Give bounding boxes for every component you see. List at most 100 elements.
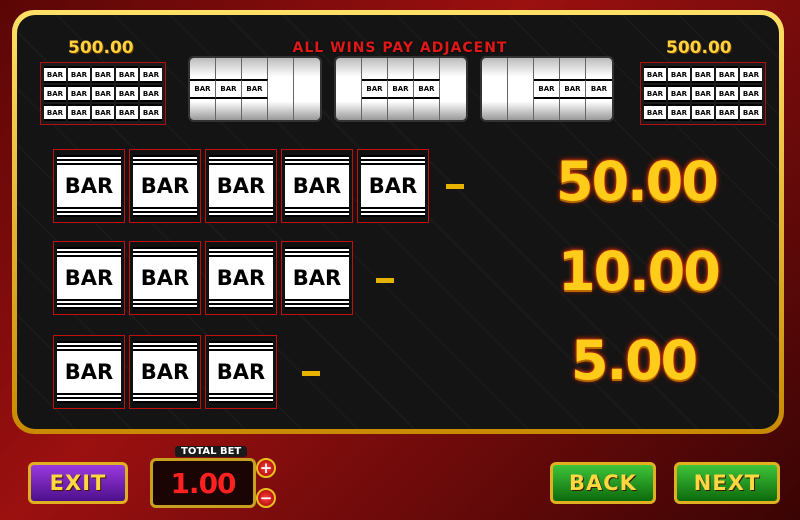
reel-cell [336,58,362,79]
mini-bar-symbol: BAR [716,85,738,102]
reel-bar-symbol: BAR [216,78,242,100]
reel-bar-symbol: BAR [534,78,560,100]
mini-bar-symbol: BAR [644,85,666,102]
back-button[interactable]: BACK [550,462,656,504]
mini-bar-symbol: BAR [68,66,90,83]
mini-bar-symbol: BAR [692,85,714,102]
left-full-screen-pattern: BAR BAR BAR BAR BAR BAR BAR BAR BAR BAR … [40,62,166,125]
reel-cell [388,99,414,120]
prize-5-bars: 50.00 [556,150,719,213]
mini-bar-symbol: BAR [668,66,690,83]
increase-bet-button[interactable]: + [256,458,276,478]
reel-cell [242,99,268,120]
bar-symbol: BAR [205,335,277,409]
row-dash [446,184,464,189]
bar-symbol: BAR [53,335,125,409]
bar-symbol-text: BAR [292,265,342,290]
reel-cell [482,78,508,100]
mini-bar-symbol: BAR [68,104,90,121]
mini-bar-symbol: BAR [740,66,762,83]
mini-bar-symbol: BAR [716,104,738,121]
exit-button[interactable]: EXIT [28,462,128,504]
reel-cell [190,99,216,120]
reel-cell [268,78,294,100]
bar-symbol-text: BAR [216,359,266,384]
mini-bar-symbol: BAR [68,85,90,102]
reel-cell [560,99,586,120]
bottom-control-bar: EXIT TOTAL BET 1.00 + − BACK NEXT [0,446,800,520]
decrease-bet-button[interactable]: − [256,488,276,508]
paytable-row-5-bars: BAR BAR BAR BAR BAR [53,149,429,223]
row-dash [302,371,320,376]
reel-cell [216,58,242,79]
reel-cell [336,99,362,120]
bar-symbol: BAR [53,149,125,223]
bar-symbol-text: BAR [216,173,266,198]
bar-symbol: BAR [129,149,201,223]
reel-cell [482,99,508,120]
reel-cell [414,58,440,79]
mini-bar-symbol: BAR [644,104,666,121]
adjacent-example-middle: BAR BAR BAR [334,56,468,122]
reel-cell [362,58,388,79]
total-bet-display: 1.00 [150,458,256,508]
next-button[interactable]: NEXT [674,462,780,504]
reel-cell [388,58,414,79]
left-pattern-prize: 500.00 [68,38,134,58]
mini-bar-symbol: BAR [692,66,714,83]
reel-cell [482,58,508,79]
adjacent-example-right: BAR BAR BAR [480,56,614,122]
adjacent-example-left: BAR BAR BAR [188,56,322,122]
paytable-row-3-bars: BAR BAR BAR [53,335,277,409]
reel-cell [534,99,560,120]
bar-symbol: BAR [129,335,201,409]
mini-bar-symbol: BAR [92,85,114,102]
reel-bar-symbol: BAR [242,78,268,100]
reel-cell [414,99,440,120]
bar-symbol-text: BAR [64,359,114,384]
mini-bar-symbol: BAR [140,85,162,102]
reel-bar-symbol: BAR [560,78,586,100]
mini-bar-symbol: BAR [44,66,66,83]
reel-cell [190,58,216,79]
bar-symbol: BAR [281,149,353,223]
mini-bar-symbol: BAR [140,66,162,83]
mini-bar-symbol: BAR [740,85,762,102]
mini-bar-symbol: BAR [44,85,66,102]
bar-symbol: BAR [281,241,353,315]
right-full-screen-pattern: BAR BAR BAR BAR BAR BAR BAR BAR BAR BAR … [640,62,766,125]
reel-cell [294,79,320,100]
reel-cell [268,99,294,120]
reel-cell [508,99,534,120]
mini-bar-symbol: BAR [92,104,114,121]
reel-cell [216,99,242,120]
mini-bar-symbol: BAR [44,104,66,121]
reel-cell [440,79,466,100]
bar-symbol-text: BAR [64,265,114,290]
reel-bar-symbol: BAR [362,78,388,100]
reel-cell [508,58,534,79]
reel-cell [242,58,268,79]
bar-symbol-text: BAR [140,173,190,198]
reel-bar-symbol: BAR [388,78,414,100]
row-dash [376,278,394,283]
total-bet-label: TOTAL BET [175,446,248,457]
reel-cell [534,58,560,79]
reel-cell [440,99,466,120]
bar-symbol: BAR [53,241,125,315]
bar-symbol: BAR [205,241,277,315]
mini-bar-symbol: BAR [116,85,138,102]
prize-3-bars: 5.00 [571,329,698,392]
mini-bar-symbol: BAR [668,104,690,121]
bar-symbol: BAR [205,149,277,223]
bar-symbol: BAR [129,241,201,315]
bar-symbol-text: BAR [292,173,342,198]
mini-bar-symbol: BAR [92,66,114,83]
mini-bar-symbol: BAR [692,104,714,121]
bar-symbol-text: BAR [216,265,266,290]
reel-cell [362,99,388,120]
reel-cell [586,58,612,79]
all-wins-pay-adjacent-title: ALL WINS PAY ADJACENT [292,40,508,56]
reel-bar-symbol: BAR [190,78,216,100]
bar-symbol-text: BAR [140,359,190,384]
